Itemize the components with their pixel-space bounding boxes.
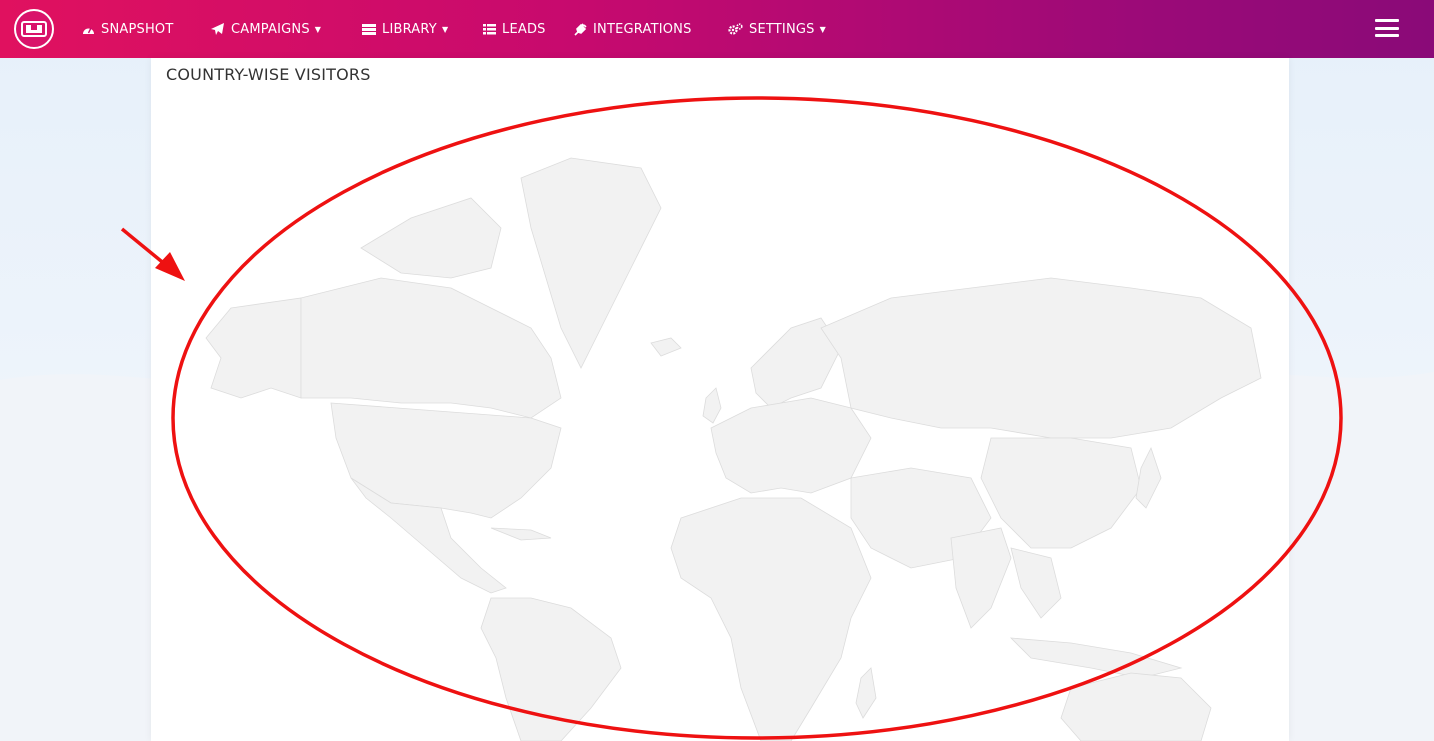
hamburger-menu-icon[interactable] [1375, 19, 1399, 39]
world-map [205, 157, 1262, 741]
nav-snapshot-label: SNAPSHOT [101, 21, 174, 37]
nav-campaigns-label: CAMPAIGNS [231, 21, 310, 37]
country-visitors-panel: COUNTRY-WISE VISITORS [151, 58, 1289, 741]
map-region-europe [710, 397, 872, 494]
app-logo[interactable] [14, 9, 54, 49]
map-region-arctic-islands [360, 197, 502, 279]
map-region-south-america [480, 597, 622, 741]
map-region-india [950, 527, 1012, 629]
map-region-madagascar [855, 667, 877, 719]
list-icon [483, 23, 496, 35]
map-region-japan [1135, 446, 1162, 509]
nav-settings-label: SETTINGS [749, 21, 815, 37]
map-region-iceland [650, 337, 682, 357]
nav-leads[interactable]: LEADS [483, 0, 546, 58]
map-region-usa [330, 402, 562, 519]
map-region-indonesia [1009, 637, 1183, 679]
map-region-uk [702, 387, 722, 424]
nav-integrations[interactable]: INTEGRATIONS [574, 0, 692, 58]
nav-library-label: LIBRARY [382, 21, 437, 37]
logo-icon [21, 21, 47, 37]
map-region-australia [1060, 672, 1212, 741]
plug-icon [574, 22, 587, 36]
dashboard-icon [82, 24, 95, 35]
map-region-east-asia [980, 437, 1142, 549]
server-icon [362, 23, 376, 35]
nav-integrations-label: INTEGRATIONS [593, 21, 692, 37]
top-navbar: SNAPSHOT CAMPAIGNS ▼ LIBRARY ▼ LEADS INT… [0, 0, 1434, 58]
map-region-russia [820, 277, 1262, 439]
map-region-africa [670, 497, 872, 741]
map-region-southeast-asia [1010, 547, 1062, 619]
panel-title: COUNTRY-WISE VISITORS [166, 65, 371, 84]
nav-settings[interactable]: SETTINGS ▼ [728, 0, 826, 58]
caret-down-icon: ▼ [819, 24, 826, 34]
map-region-caribbean [490, 527, 552, 541]
map-region-alaska [205, 297, 302, 399]
map-region-greenland [520, 157, 662, 369]
cogs-icon [728, 23, 743, 35]
nav-leads-label: LEADS [502, 21, 546, 37]
caret-down-icon: ▼ [441, 24, 449, 34]
nav-campaigns[interactable]: CAMPAIGNS ▼ [211, 0, 321, 58]
map-region-canada [300, 277, 562, 419]
paper-plane-icon [211, 23, 225, 35]
caret-down-icon: ▼ [314, 24, 322, 34]
nav-library[interactable]: LIBRARY ▼ [362, 0, 448, 58]
nav-snapshot[interactable]: SNAPSHOT [82, 0, 174, 58]
